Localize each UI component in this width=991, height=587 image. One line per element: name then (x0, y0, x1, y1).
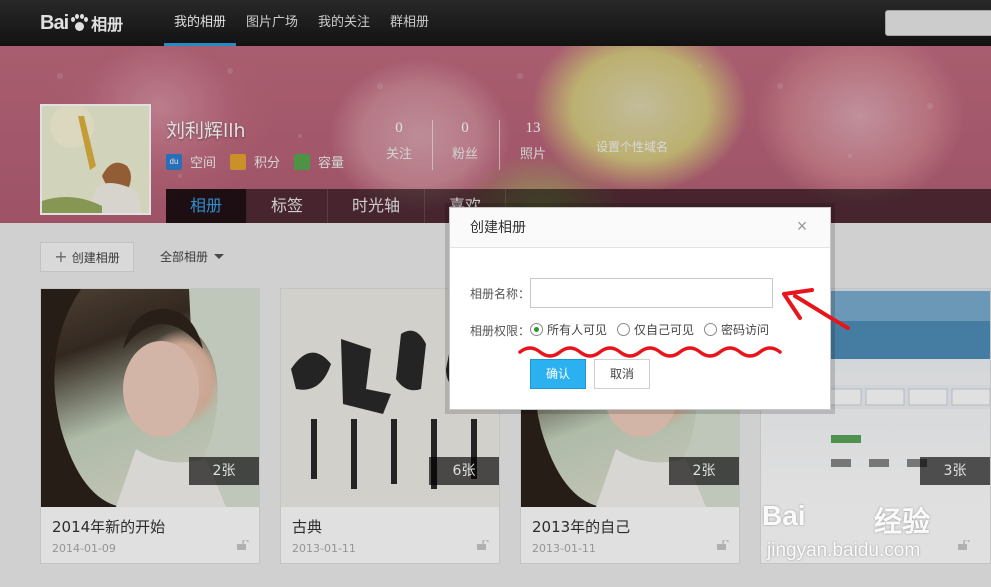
radio-unchecked-icon (704, 323, 718, 336)
dialog-title: 创建相册 (450, 208, 830, 248)
album-name-label: 相册名称： (470, 287, 531, 301)
radio-only-me[interactable]: 仅自己可见 (617, 321, 694, 338)
radio-only-me-label: 仅自己可见 (634, 323, 695, 337)
permission-options: 所有人可见 仅自己可见 密码访问 (530, 321, 769, 338)
radio-everyone[interactable]: 所有人可见 (530, 321, 607, 338)
radio-checked-icon (530, 323, 543, 336)
watermark-jingyan: 经验 (874, 505, 931, 538)
permission-label: 相册权限： (470, 324, 531, 338)
create-album-dialog: 创建相册 × 相册名称： 相册权限： 所有人可见 仅自己可见 密码访问 确认 取… (449, 207, 831, 410)
radio-password[interactable]: 密码访问 (704, 321, 769, 338)
watermark-logo: Bai (762, 500, 806, 531)
cancel-button[interactable]: 取消 (594, 359, 650, 389)
album-name-input[interactable] (530, 278, 773, 308)
radio-unchecked-icon (617, 323, 631, 336)
radio-password-label: 密码访问 (721, 323, 770, 337)
watermark-url: jingyan.baidu.com (767, 540, 921, 561)
close-icon[interactable]: × (794, 217, 810, 235)
confirm-button[interactable]: 确认 (530, 359, 586, 389)
radio-everyone-label: 所有人可见 (547, 323, 608, 337)
